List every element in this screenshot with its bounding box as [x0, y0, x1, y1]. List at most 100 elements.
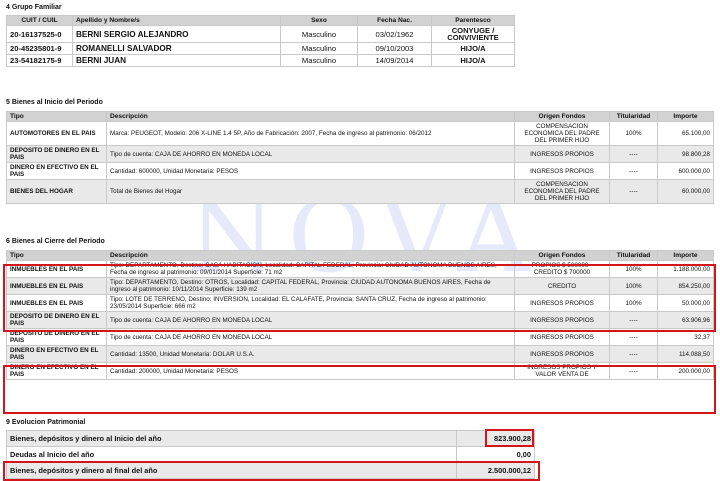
origen-cell: COMPENSACION ECONOMICA DEL PADRE DEL PRI…: [514, 179, 610, 204]
evolucion-value: 0,00: [456, 446, 535, 463]
evolucion-label: Deudas al Inicio del año: [6, 446, 457, 463]
evolucion-value: 823.900,28: [456, 430, 535, 447]
table-row: DEPOSITO DE DINERO EN EL PAIS Tipo de cu…: [6, 311, 714, 329]
descripcion-cell: Marca: PEUGEOT, Modelo: 206 X-LINE 1.4 5…: [106, 121, 515, 146]
cuit-cell: 23-54182175-9: [6, 54, 73, 67]
column-header: Fecha Nac.: [357, 15, 432, 26]
section-title-grupo-familiar: 4 Grupo Familiar: [6, 4, 62, 11]
column-header: Origen Fondos: [514, 111, 610, 122]
evolucion-label: Bienes, depósitos y dinero al final del …: [6, 462, 457, 479]
titularidad-cell: 100%: [609, 260, 658, 278]
fecha-cell: 09/10/2003: [357, 42, 432, 55]
titularidad-cell: 100%: [609, 121, 658, 146]
tipo-cell: DINERO EN EFECTIVO EN EL PAIS: [6, 362, 107, 380]
descripcion-cell: Tipo: DEPARTAMENTO, Destino: OTROS, Loca…: [106, 277, 515, 295]
tipo-cell: INMUEBLES EN EL PAIS: [6, 294, 107, 312]
descripcion-cell: Cantidad: 600000, Unidad Monetaria: PESO…: [106, 162, 515, 180]
importe-cell: 98.800,28: [657, 145, 714, 163]
table-row: INMUEBLES EN EL PAIS Tipo: LOTE DE TERRE…: [6, 294, 714, 312]
table-header-row: Tipo Descripción Origen Fondos Titularid…: [6, 111, 714, 122]
tipo-cell: AUTOMOTORES EN EL PAIS: [6, 121, 107, 146]
sexo-cell: Masculino: [280, 25, 358, 43]
table-row: 23-54182175-9 BERNI JUAN Masculino 14/09…: [6, 54, 515, 67]
importe-cell: 60.000,00: [657, 179, 714, 204]
origen-cell: INGRESOS PROPIOS Y VALOR VENTA DE: [514, 362, 610, 380]
tipo-cell: DEPOSITO DE DINERO EN EL PAIS: [6, 145, 107, 163]
origen-cell: INGRESOS PROPIOS: [514, 145, 610, 163]
cuit-cell: 20-45235801-9: [6, 42, 73, 55]
descripcion-cell: Tipo: DEPARTAMENTO, Destino: CASA HABITA…: [106, 260, 515, 278]
section-title-evolucion: 9 Evolucion Patrimonial: [6, 419, 86, 426]
table-row: BIENES DEL HOGAR Total de Bienes del Hog…: [6, 179, 714, 204]
table-row: DINERO EN EFECTIVO EN EL PAIS Cantidad: …: [6, 345, 714, 363]
table-row: DINERO EN EFECTIVO EN EL PAIS Cantidad: …: [6, 162, 714, 180]
column-header: Descripción: [106, 111, 515, 122]
tipo-cell: DEPOSITO DE DINERO EN EL PAIS: [6, 311, 107, 329]
origen-cell: INGRESOS PROPIOS: [514, 345, 610, 363]
table-header-row: CUIT / CUIL Apellido y Nombre/s Sexo Fec…: [6, 15, 515, 26]
importe-cell: 600.000,00: [657, 162, 714, 180]
table-row: DINERO EN EFECTIVO EN EL PAIS Cantidad: …: [6, 362, 714, 380]
table-row: INMUEBLES EN EL PAIS Tipo: DEPARTAMENTO,…: [6, 277, 714, 295]
importe-cell: 200.000,00: [657, 362, 714, 380]
origen-cell: INGRESOS PROPIOS: [514, 328, 610, 346]
titularidad-cell: 100%: [609, 294, 658, 312]
tipo-cell: DINERO EN EFECTIVO EN EL PAIS: [6, 345, 107, 363]
grupo-familiar-table: CUIT / CUIL Apellido y Nombre/s Sexo Fec…: [6, 15, 515, 67]
importe-cell: 63.906,96: [657, 311, 714, 329]
table-row: INMUEBLES EN EL PAIS Tipo: DEPARTAMENTO,…: [6, 260, 714, 278]
evolucion-value: 2.500.000,12: [456, 462, 535, 479]
importe-cell: 854.250,00: [657, 277, 714, 295]
table-row: 20-16137525-0 BERNI SERGIO ALEJANDRO Mas…: [6, 25, 515, 43]
column-header: Tipo: [6, 111, 107, 122]
name-cell: BERNI SERGIO ALEJANDRO: [72, 25, 281, 43]
origen-cell: CREDITO: [514, 277, 610, 295]
origen-cell: INGRESOS PROPIOS: [514, 294, 610, 312]
parentesco-cell: HIJO/A: [431, 42, 515, 55]
tipo-cell: DEPOSITO DE DINERO EN EL PAIS: [6, 328, 107, 346]
table-row: AUTOMOTORES EN EL PAIS Marca: PEUGEOT, M…: [6, 121, 714, 146]
origen-cell: INGRESOS PROPIOS: [514, 162, 610, 180]
name-cell: BERNI JUAN: [72, 54, 281, 67]
origen-cell: COMPENSACION ECONOMICA DEL PADRE DEL PRI…: [514, 121, 610, 146]
titularidad-cell: ----: [609, 311, 658, 329]
descripcion-cell: Tipo de cuenta: CAJA DE AHORRO EN MONEDA…: [106, 311, 515, 329]
table-row: Bienes, depósitos y dinero al Inicio del…: [6, 430, 535, 447]
importe-cell: 32,37: [657, 328, 714, 346]
section-title-bienes-inicio: 5 Bienes al Inicio del Periodo: [6, 99, 103, 106]
sexo-cell: Masculino: [280, 54, 358, 67]
column-header: Parentesco: [431, 15, 515, 26]
bienes-cierre-table: Tipo Descripción Origen Fondos Titularid…: [6, 250, 714, 380]
column-header: Tipo: [6, 250, 107, 261]
column-header: Importe: [657, 250, 714, 261]
table-row: DEPOSITO DE DINERO EN EL PAIS Tipo de cu…: [6, 328, 714, 346]
titularidad-cell: ----: [609, 145, 658, 163]
tipo-cell: INMUEBLES EN EL PAIS: [6, 277, 107, 295]
parentesco-cell: HIJO/A: [431, 54, 515, 67]
descripcion-cell: Total de Bienes del Hogar: [106, 179, 515, 204]
descripcion-cell: Cantidad: 200000, Unidad Monetaria: PESO…: [106, 362, 515, 380]
table-row: Bienes, depósitos y dinero al final del …: [6, 462, 535, 479]
name-cell: ROMANELLI SALVADOR: [72, 42, 281, 55]
column-header: Sexo: [280, 15, 358, 26]
importe-cell: 50.000,00: [657, 294, 714, 312]
bienes-inicio-table: Tipo Descripción Origen Fondos Titularid…: [6, 111, 714, 204]
column-header: CUIT / CUIL: [6, 15, 73, 26]
origen-cell: PROPIOS $ 500000 - CREDITO $ 700000: [514, 260, 610, 278]
titularidad-cell: 100%: [609, 277, 658, 295]
parentesco-cell: CONYUGE / CONVIVIENTE: [431, 25, 515, 43]
importe-cell: 1.188.000,00: [657, 260, 714, 278]
descripcion-cell: Tipo: LOTE DE TERRENO, Destino: INVERSIO…: [106, 294, 515, 312]
fecha-cell: 14/09/2014: [357, 54, 432, 67]
table-row: Deudas al Inicio del año 0,00: [6, 446, 535, 463]
column-header: Importe: [657, 111, 714, 122]
tipo-cell: INMUEBLES EN EL PAIS: [6, 260, 107, 278]
table-row: DEPOSITO DE DINERO EN EL PAIS Tipo de cu…: [6, 145, 714, 163]
tipo-cell: DINERO EN EFECTIVO EN EL PAIS: [6, 162, 107, 180]
importe-cell: 65.100,00: [657, 121, 714, 146]
sexo-cell: Masculino: [280, 42, 358, 55]
origen-cell: INGRESOS PROPIOS: [514, 311, 610, 329]
descripcion-cell: Tipo de cuenta: CAJA DE AHORRO EN MONEDA…: [106, 328, 515, 346]
importe-cell: 114.088,50: [657, 345, 714, 363]
section-title-bienes-cierre: 6 Bienes al Cierre del Periodo: [6, 238, 105, 245]
